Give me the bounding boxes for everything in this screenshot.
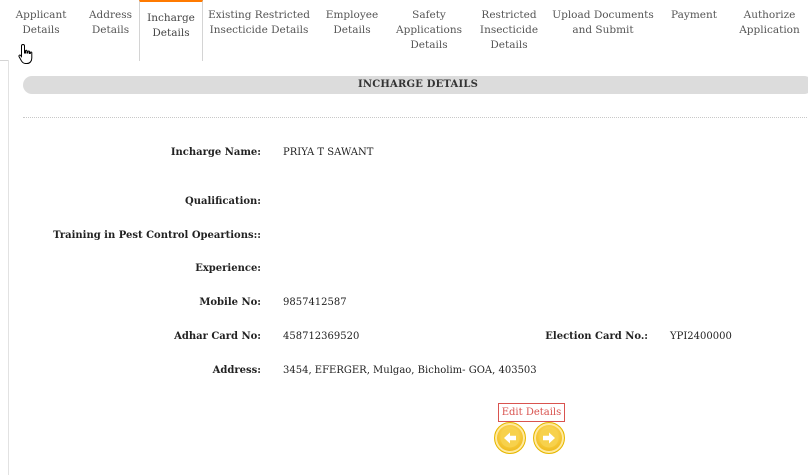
edit-details-button[interactable]: Edit Details: [498, 403, 565, 422]
adhar-card-value: 458712369520: [283, 331, 360, 342]
section-title: INCHARGE DETAILS: [357, 79, 479, 90]
tab-address-details[interactable]: Address Details: [82, 0, 139, 60]
section-divider: [23, 117, 808, 118]
previous-button[interactable]: [494, 422, 526, 454]
arrow-right-icon: [539, 428, 559, 448]
mobile-label: Mobile No:: [199, 297, 261, 308]
incharge-details-panel: INCHARGE DETAILS Incharge Name: PRIYA T …: [8, 60, 808, 475]
tab-restricted-insecticide-details[interactable]: Restricted Insecticide Details: [469, 0, 549, 60]
election-card-label: Election Card No.:: [545, 331, 648, 342]
section-header-bar: INCHARGE DETAILS: [23, 76, 808, 94]
arrow-left-icon: [500, 428, 520, 448]
tab-applicant-details[interactable]: Applicant Details: [0, 0, 82, 60]
tab-payment[interactable]: Payment: [657, 0, 731, 60]
mobile-value: 9857412587: [283, 297, 347, 308]
incharge-name-label: Incharge Name:: [170, 147, 261, 158]
experience-label: Experience:: [195, 263, 261, 274]
tab-existing-restricted-insecticide-details[interactable]: Existing Restricted Insecticide Details: [203, 0, 315, 60]
hand-cursor-icon: [18, 43, 33, 64]
wizard-tab-bar: Applicant Details Address Details Inchar…: [0, 0, 808, 61]
training-label: Training in Pest Control Opeartions::: [53, 230, 261, 241]
incharge-name-value: PRIYA T SAWANT: [283, 147, 374, 158]
qualification-label: Qualification:: [185, 196, 261, 207]
tab-incharge-details[interactable]: Incharge Details: [139, 0, 203, 61]
address-label: Address:: [212, 365, 261, 376]
adhar-card-label: Adhar Card No:: [174, 331, 261, 342]
tab-employee-details[interactable]: Employee Details: [315, 0, 389, 60]
tab-authorize-application[interactable]: Authorize Application: [731, 0, 808, 60]
election-card-value: YPI2400000: [670, 331, 732, 342]
address-value: 3454, EFERGER, Mulgao, Bicholim- GOA, 40…: [283, 365, 537, 376]
tab-safety-applications-details[interactable]: Safety Applications Details: [389, 0, 469, 60]
tab-upload-documents[interactable]: Upload Documents and Submit: [549, 0, 657, 60]
next-button[interactable]: [533, 422, 565, 454]
